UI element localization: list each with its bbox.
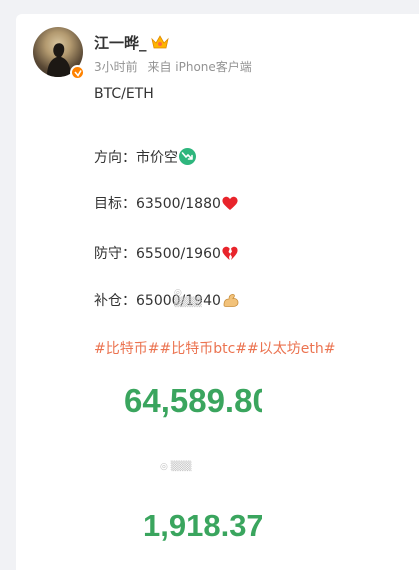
- direction-line: 方向：市价空: [94, 147, 196, 167]
- hashtags[interactable]: #比特币##比特币btc##以太坊eth#: [94, 338, 335, 358]
- crown-icon: [151, 35, 169, 49]
- btc-price: 64,589.80: [124, 382, 262, 419]
- post-meta: 3小时前 来自 iPhone客户端: [94, 58, 258, 75]
- post-source: 来自 iPhone客户端: [147, 60, 252, 74]
- direction-text: 方向：市价空: [94, 150, 178, 166]
- target-text: 目标：63500/1880: [94, 196, 221, 212]
- image-watermark: ◎ ▒▒▒: [160, 462, 192, 472]
- post-time[interactable]: 3小时前: [94, 60, 138, 74]
- red-heart-icon: [222, 196, 238, 210]
- add-line: 补仓：65000/1940: [94, 290, 240, 310]
- target-line: 目标：63500/1880: [94, 193, 238, 213]
- watermark: ◎ ▒▒▒▒: [174, 288, 202, 308]
- muscle-icon: [223, 294, 239, 307]
- verified-badge-icon: [70, 65, 85, 80]
- username[interactable]: 江一晔_: [94, 32, 147, 53]
- stop-text: 防守：65500/1960: [94, 246, 221, 262]
- eth-price: 1,918.37: [143, 508, 262, 543]
- down-trend-icon: [179, 148, 196, 165]
- stop-line: 防守：65500/1960: [94, 243, 238, 263]
- broken-heart-icon: [222, 246, 238, 260]
- post-title: BTC/ETH: [94, 86, 154, 102]
- post-card: 江一晔_ 3小时前 来自 iPhone客户端 BTC/ETH 方向：市价空 目标…: [16, 14, 419, 570]
